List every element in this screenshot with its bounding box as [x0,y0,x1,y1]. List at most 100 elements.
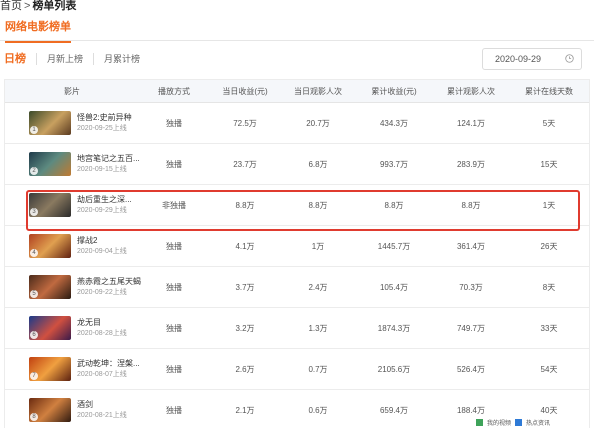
column-header-total-revenue[interactable]: 累计收益(元) [355,80,433,103]
total-revenue-cell: 993.7万 [355,144,433,185]
date-picker[interactable]: 2020-09-29 [482,48,582,70]
play-mode-cell: 非独播 [139,185,209,226]
rank-badge: 6 [30,331,38,339]
daily-viewers-cell: 20.7万 [281,103,355,144]
online-days-cell: 54天 [509,349,589,390]
release-date: 2020-09-15上线 [77,164,140,175]
release-date: 2020-08-28上线 [77,328,127,339]
online-days-cell: 1天 [509,185,589,226]
daily-revenue-cell: 4.1万 [209,226,281,267]
breadcrumb: 首页>榜单列表 [0,0,76,12]
rank-badge: 7 [30,372,38,380]
daily-viewers-cell: 1.3万 [281,308,355,349]
movie-title[interactable]: 撑战2 [77,235,127,246]
movie-poster[interactable]: 5 [29,275,71,299]
table-row[interactable]: 3劫后重生之深...2020-09-29上线非独播8.8万8.8万8.8万8.8… [5,185,589,226]
movie-title[interactable]: 龙无目 [77,317,127,328]
total-revenue-cell: 434.3万 [355,103,433,144]
ranking-subtabs: 日榜 月新上榜 月累计榜 [4,53,150,65]
breadcrumb-home-link[interactable]: 首页 [0,0,22,12]
breadcrumb-separator: > [24,0,30,12]
daily-viewers-cell: 0.7万 [281,349,355,390]
play-mode-cell: 独播 [139,226,209,267]
film-cell: 7武动乾坤：涅槃...2020-08-07上线 [5,349,139,390]
total-revenue-cell: 659.4万 [355,390,433,428]
date-picker-value: 2020-09-29 [495,54,541,64]
play-mode-cell: 独播 [139,267,209,308]
subtab-monthly-new[interactable]: 月新上榜 [36,53,93,65]
ranking-table: 影片 播放方式 当日收益(元) 当日观影人次 累计收益(元) 累计观影人次 累计… [4,79,590,428]
film-cell: 5 燕赤霞之五尾天蝎2020-09-22上线 [5,267,139,308]
movie-poster[interactable]: 8 [29,398,71,422]
video-icon [476,419,483,426]
movie-title[interactable]: 武动乾坤：涅槃... [77,358,140,369]
release-date: 2020-09-29上线 [77,205,132,216]
table-row[interactable]: 7武动乾坤：涅槃...2020-08-07上线独播2.6万0.7万2105.6万… [5,349,589,390]
table-row[interactable]: 4撑战22020-09-04上线独播4.1万1万1445.7万361.4万26天 [5,226,589,267]
movie-poster[interactable]: 6 [29,316,71,340]
total-viewers-cell: 749.7万 [433,308,509,349]
daily-viewers-cell: 8.8万 [281,185,355,226]
column-header-daily-revenue[interactable]: 当日收益(元) [209,80,281,103]
online-days-cell: 8天 [509,267,589,308]
release-date: 2020-09-25上线 [77,123,132,134]
movie-title[interactable]: 燕赤霞之五尾天蝎 [77,276,141,287]
rank-badge: 5 [30,290,38,298]
movie-title[interactable]: 怪兽2:史前异种 [77,112,132,123]
footer-item-videos[interactable]: 我的视频 [487,418,511,427]
table-row[interactable]: 2 地宫笔记之五百...2020-09-15上线独播23.7万6.8万993.7万… [5,144,589,185]
release-date: 2020-08-21上线 [77,410,127,421]
total-revenue-cell: 8.8万 [355,185,433,226]
film-cell: 8 酒剑2020-08-21上线 [5,390,139,428]
online-days-cell: 15天 [509,144,589,185]
play-mode-cell: 独播 [139,103,209,144]
daily-revenue-cell: 2.1万 [209,390,281,428]
release-date: 2020-09-22上线 [77,287,141,298]
total-viewers-cell: 124.1万 [433,103,509,144]
rank-badge: 1 [30,126,38,134]
play-mode-cell: 独播 [139,390,209,428]
tab-divider [0,40,594,41]
movie-title[interactable]: 劫后重生之深... [77,194,132,205]
daily-viewers-cell: 1万 [281,226,355,267]
subtab-monthly-total[interactable]: 月累计榜 [93,53,150,65]
total-viewers-cell: 8.8万 [433,185,509,226]
movie-title[interactable]: 地宫笔记之五百... [77,153,140,164]
table-row[interactable]: 6龙无目2020-08-28上线独播3.2万1.3万1874.3万749.7万3… [5,308,589,349]
movie-poster[interactable]: 2 [29,152,71,176]
movie-poster[interactable]: 1 [29,111,71,135]
online-days-cell: 5天 [509,103,589,144]
column-header-play-mode: 播放方式 [139,80,209,103]
daily-viewers-cell: 6.8万 [281,144,355,185]
online-days-cell: 33天 [509,308,589,349]
table-row[interactable]: 5燕赤霞之五尾天蝎2020-09-22上线独播3.7万2.4万105.4万70.… [5,267,589,308]
news-icon [515,419,522,426]
subtab-daily[interactable]: 日榜 [4,53,36,65]
rank-badge: 2 [30,167,38,175]
total-revenue-cell: 1445.7万 [355,226,433,267]
daily-revenue-cell: 3.7万 [209,267,281,308]
movie-poster[interactable]: 4 [29,234,71,258]
movie-poster[interactable]: 3 [29,193,71,217]
column-header-film: 影片 [5,80,139,103]
daily-revenue-cell: 8.8万 [209,185,281,226]
footer-item-news[interactable]: 热点资讯 [526,418,550,427]
rank-badge: 8 [30,413,38,421]
column-header-total-viewers[interactable]: 累计观影人次 [433,80,509,103]
column-header-online-days[interactable]: 累计在线天数 [509,80,589,103]
daily-revenue-cell: 23.7万 [209,144,281,185]
table-row[interactable]: 1 怪兽2:史前异种2020-09-25上线独播72.5万20.7万434.3万1… [5,103,589,144]
daily-revenue-cell: 72.5万 [209,103,281,144]
taskbar-snippet: 我的视频 热点资讯 [476,418,550,427]
film-cell: 2 地宫笔记之五百...2020-09-15上线 [5,144,139,185]
breadcrumb-current: 榜单列表 [32,0,76,12]
daily-revenue-cell: 2.6万 [209,349,281,390]
daily-viewers-cell: 2.4万 [281,267,355,308]
play-mode-cell: 独播 [139,144,209,185]
movie-title[interactable]: 酒剑 [77,399,127,410]
film-cell: 3 劫后重生之深...2020-09-29上线 [5,185,139,226]
rank-badge: 4 [30,249,38,257]
column-header-daily-viewers[interactable]: 当日观影人次 [281,80,355,103]
movie-poster[interactable]: 7 [29,357,71,381]
film-cell: 6 龙无目2020-08-28上线 [5,308,139,349]
